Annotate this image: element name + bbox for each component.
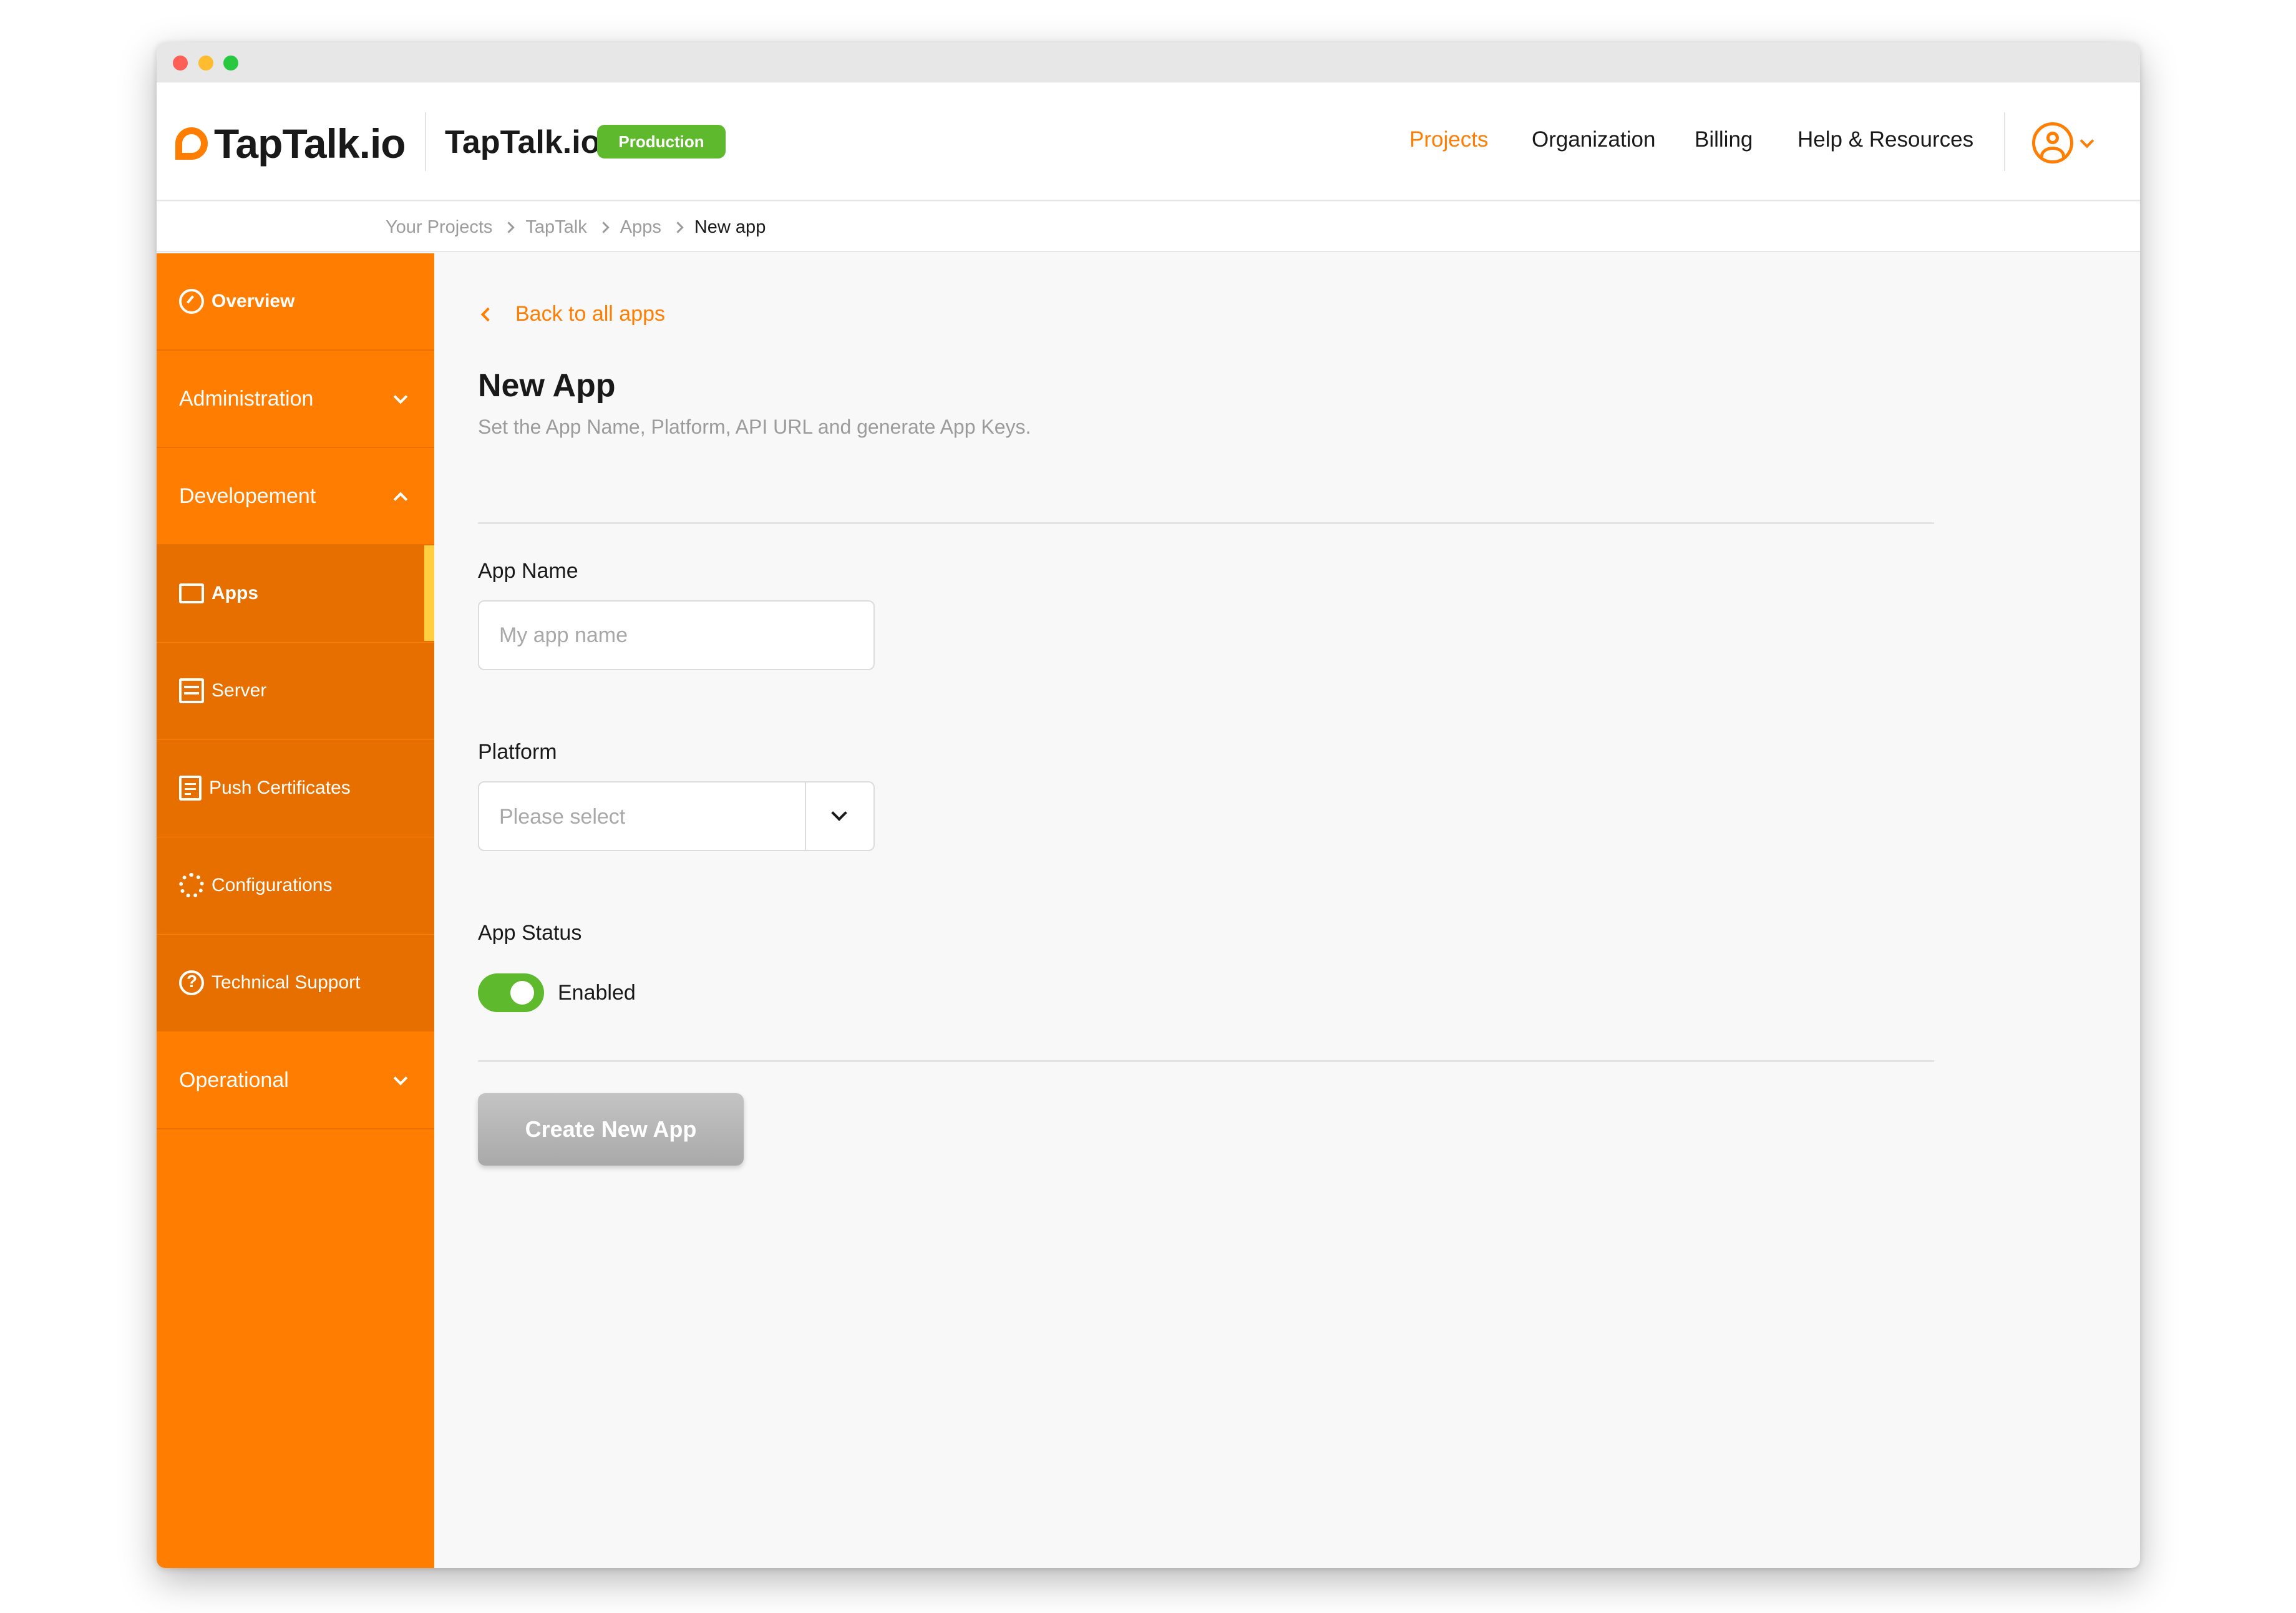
sidebar-item-configurations[interactable]: Configurations [157, 837, 434, 934]
create-new-app-button[interactable]: Create New App [478, 1093, 744, 1166]
divider [478, 1060, 1934, 1062]
breadcrumb-your-projects[interactable]: Your Projects [386, 217, 492, 238]
window-titlebar [157, 42, 2140, 82]
page-subtitle: Set the App Name, Platform, API URL and … [478, 416, 1031, 438]
chevron-down-icon[interactable] [2080, 134, 2094, 149]
close-window-button[interactable] [173, 56, 188, 71]
sidebar-item-administration[interactable]: Administration [157, 351, 434, 448]
logo-text: TapTalk.io [214, 120, 406, 167]
platform-selected-value: Please select [499, 805, 626, 829]
select-divider [805, 782, 806, 850]
nav-help-resources[interactable]: Help & Resources [1797, 127, 1973, 152]
chevron-left-icon [480, 307, 495, 321]
chevron-down-icon [393, 1071, 408, 1086]
divider [478, 522, 1934, 524]
sidebar-item-label: Apps [212, 582, 258, 603]
nav-divider [425, 112, 426, 171]
chevron-down-icon [831, 805, 847, 821]
sidebar-item-development[interactable]: Developement [157, 448, 434, 545]
sidebar-item-overview[interactable]: Overview [157, 253, 434, 351]
sidebar-item-label: Technical Support [212, 972, 361, 993]
sidebar: Overview Administration Developement App… [157, 253, 434, 1568]
sidebar-item-label: Operational [179, 1068, 289, 1092]
gauge-icon [179, 289, 204, 314]
toggle-label: Enabled [558, 981, 636, 1005]
app-status-toggle[interactable] [478, 973, 544, 1012]
avatar-head [2046, 132, 2059, 144]
chevron-up-icon [393, 492, 408, 507]
top-navigation: TapTalk.io TapTalk.io Production Project… [157, 82, 2140, 201]
breadcrumb-taptalk[interactable]: TapTalk [525, 217, 586, 238]
main-content: Back to all apps New App Set the App Nam… [434, 253, 2140, 1568]
nav-divider [2004, 112, 2005, 171]
taptalk-logo[interactable]: TapTalk.io [175, 120, 406, 167]
breadcrumb: Your Projects TapTalk Apps New app [157, 202, 2140, 252]
server-icon [179, 678, 204, 703]
page-title: New App [478, 368, 616, 404]
environment-badge: Production [597, 125, 726, 158]
folder-icon [179, 583, 204, 603]
chevron-right-icon [598, 222, 610, 233]
user-avatar-icon[interactable] [2032, 122, 2073, 163]
sidebar-item-operational[interactable]: Operational [157, 1032, 434, 1129]
app-name-input[interactable] [478, 600, 875, 670]
nav-projects[interactable]: Projects [1409, 127, 1488, 152]
sidebar-item-push-certificates[interactable]: Push Certificates [157, 740, 434, 837]
breadcrumb-apps[interactable]: Apps [620, 217, 661, 238]
nav-billing[interactable]: Billing [1695, 127, 1753, 152]
project-name[interactable]: TapTalk.io [445, 124, 600, 161]
back-link-label: Back to all apps [515, 302, 666, 326]
gear-icon [179, 872, 204, 898]
minimize-window-button[interactable] [198, 56, 213, 71]
browser-window: TapTalk.io TapTalk.io Production Project… [157, 42, 2140, 1568]
toggle-knob [510, 981, 534, 1005]
sidebar-item-label: Administration [179, 386, 314, 411]
help-circle-icon: ? [179, 970, 204, 995]
platform-label: Platform [478, 740, 557, 764]
sidebar-item-label: Server [212, 680, 267, 701]
sidebar-item-label: Overview [212, 291, 295, 311]
sidebar-item-technical-support[interactable]: ? Technical Support [157, 935, 434, 1031]
maximize-window-button[interactable] [223, 56, 238, 71]
chevron-right-icon [503, 222, 515, 233]
nav-organization[interactable]: Organization [1532, 127, 1655, 152]
app-status-label: App Status [478, 921, 582, 945]
sidebar-item-server[interactable]: Server [157, 643, 434, 739]
sidebar-item-apps[interactable]: Apps [157, 545, 434, 642]
document-icon [179, 775, 202, 801]
chat-bubble-icon [175, 127, 208, 160]
app-name-label: App Name [478, 559, 578, 583]
avatar-body [2040, 147, 2065, 160]
sidebar-item-label: Push Certificates [209, 777, 351, 798]
sidebar-item-label: Configurations [212, 874, 333, 895]
chevron-down-icon [393, 389, 408, 404]
platform-select[interactable]: Please select [478, 781, 875, 851]
back-to-apps-link[interactable]: Back to all apps [480, 302, 666, 326]
sidebar-item-label: Developement [179, 484, 316, 508]
breadcrumb-current: New app [694, 217, 766, 237]
chevron-right-icon [672, 222, 684, 233]
